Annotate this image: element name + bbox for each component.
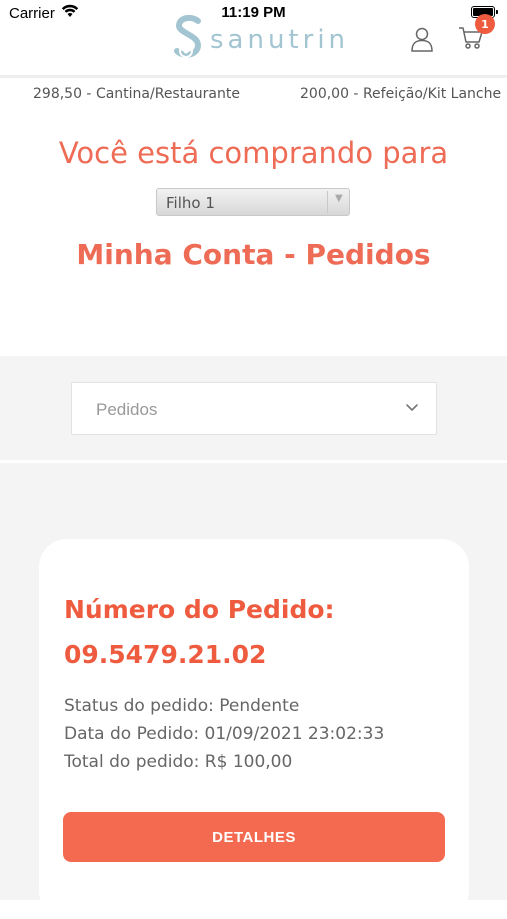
order-card: Número do Pedido: 09.5479.21.02 Status d…	[39, 539, 469, 919]
child-select-divider	[327, 191, 328, 213]
balance-item-cantina: 298,50 - Cantina/Restaurante	[33, 86, 240, 102]
balance-strip: 298,50 - Cantina/Restaurante 200,00 - Re…	[0, 84, 507, 106]
page-title: Minha Conta - Pedidos	[76, 238, 431, 271]
order-number-label: Número do Pedido:	[64, 595, 335, 624]
section-divider	[0, 460, 507, 463]
logo[interactable]: sanutrin	[172, 14, 349, 62]
logo-mark	[174, 15, 202, 58]
order-status: Status do pedido: Pendente	[64, 696, 300, 716]
child-select[interactable]: Filho 1 ▼	[156, 188, 350, 216]
order-number: 09.5479.21.02	[64, 640, 267, 669]
details-button[interactable]: DETALHES	[63, 812, 445, 862]
order-date: Data do Pedido: 01/09/2021 23:02:33	[64, 724, 385, 744]
orders-filter-select[interactable]: Pedidos	[71, 382, 437, 435]
logo-text: sanutrin	[210, 25, 350, 55]
orders-filter-value: Pedidos	[96, 400, 158, 419]
chevron-down-icon	[406, 404, 418, 411]
header-divider	[0, 75, 507, 78]
balance-item-refeicao: 200,00 - Refeição/Kit Lanche	[300, 86, 502, 102]
buying-for-label: Você está comprando para	[58, 136, 449, 170]
child-select-value: Filho 1	[166, 194, 215, 212]
cart-badge[interactable]: 1	[475, 14, 495, 34]
order-total: Total do pedido: R$ 100,00	[64, 752, 293, 772]
app-header: sanutrin 1	[0, 0, 507, 78]
user-icon[interactable]	[410, 26, 434, 52]
chevron-down-icon: ▼	[335, 193, 343, 204]
